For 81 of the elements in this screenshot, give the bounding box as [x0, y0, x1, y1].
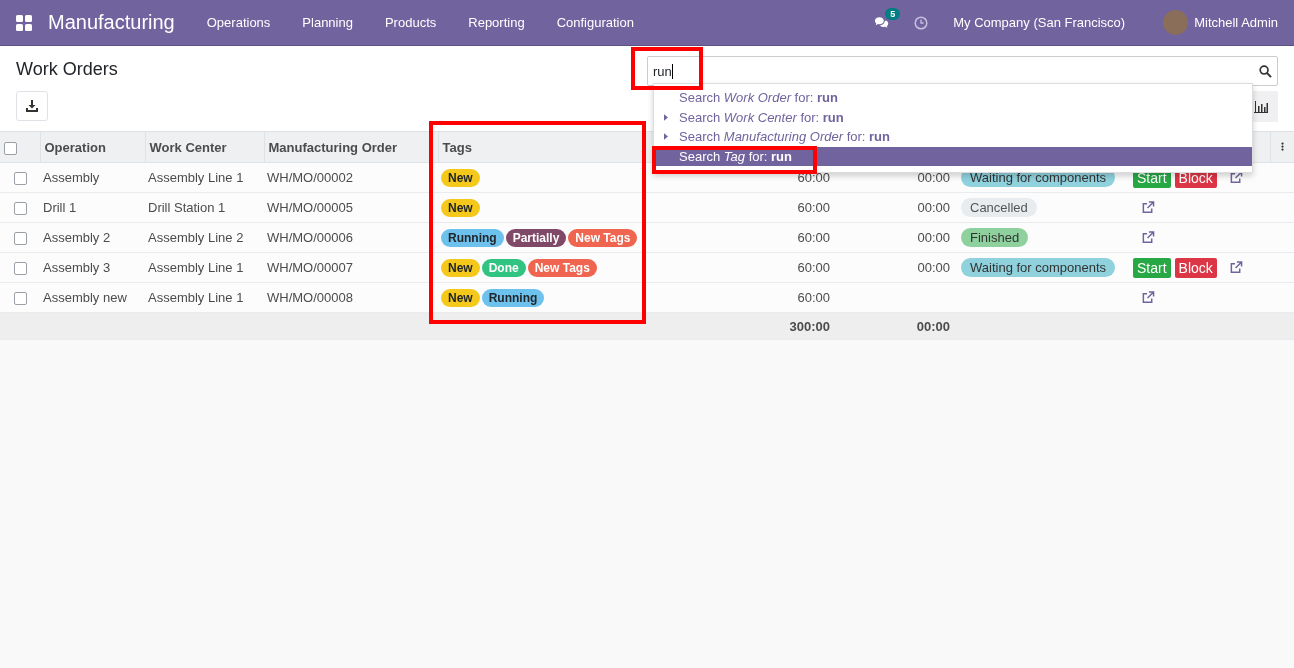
download-button[interactable]	[16, 91, 48, 121]
row-checkbox[interactable]	[13, 232, 27, 246]
manufacturing-order-cell: WH/MO/00005	[267, 200, 353, 215]
company-switcher[interactable]: My Company (San Francisco)	[953, 15, 1126, 30]
row-checkbox[interactable]	[13, 292, 27, 306]
row-checkbox[interactable]	[13, 262, 27, 276]
work-center-cell: Assembly Line 1	[148, 170, 244, 185]
expected-duration-cell: 60:00	[797, 260, 830, 275]
expected-duration-cell: 60:00	[797, 230, 830, 245]
tag-badge: Running	[441, 228, 504, 247]
app-name[interactable]: Manufacturing	[48, 11, 175, 34]
expected-duration-total: 300:00	[789, 318, 830, 334]
manufacturing-order-cell: WH/MO/00002	[267, 170, 353, 185]
manufacturing-order-cell: WH/MO/00006	[267, 230, 353, 245]
tag-badge: New	[441, 288, 480, 307]
menu-item[interactable]: Operations	[190, 15, 287, 30]
row-checkbox[interactable]	[13, 172, 27, 186]
menu-item[interactable]: Configuration	[540, 15, 650, 30]
tag-badge: New Tags	[568, 228, 638, 247]
search-suggestion[interactable]: Search Tag for: run	[654, 146, 1252, 166]
operation-cell: Assembly new	[43, 290, 127, 305]
apps-menu-icon[interactable]	[16, 14, 32, 31]
expand-caret-icon[interactable]	[664, 133, 668, 140]
expand-caret-icon[interactable]	[664, 113, 668, 121]
work-center-cell: Assembly Line 2	[148, 230, 244, 245]
page-title: Work Orders	[16, 59, 118, 80]
user-name[interactable]: Mitchell Admin	[1194, 15, 1278, 30]
external-link-icon[interactable]	[1141, 201, 1155, 214]
column-header[interactable]: Tags	[438, 132, 655, 163]
real-duration-total: 00:00	[916, 318, 950, 334]
external-link-icon[interactable]	[1228, 171, 1243, 184]
optional-columns-icon[interactable]	[1280, 140, 1284, 152]
column-header[interactable]: Manufacturing Order	[264, 132, 438, 163]
chat-icon[interactable]	[874, 16, 891, 29]
real-duration-cell: 00:00	[917, 230, 950, 245]
external-link-icon[interactable]	[1228, 261, 1243, 274]
external-link-icon[interactable]	[1141, 291, 1155, 304]
work-center-cell: Drill Station 1	[148, 200, 226, 215]
operation-cell: Drill 1	[43, 200, 77, 215]
tag-badge: New	[441, 168, 480, 187]
search-icon[interactable]	[1259, 64, 1272, 78]
work-center-cell: Assembly Line 1	[148, 260, 244, 275]
tag-badge: Running	[481, 288, 545, 307]
status-badge: Waiting for components	[961, 258, 1116, 277]
menu-item[interactable]: Reporting	[452, 15, 541, 30]
real-duration-cell: 00:00	[917, 260, 950, 275]
bar-chart-icon	[1253, 100, 1268, 113]
menu-item[interactable]: Products	[368, 15, 453, 30]
work-center-cell: Assembly Line 1	[148, 290, 244, 305]
tag-badge: New Tags	[527, 258, 597, 277]
tag-badge: New	[441, 198, 480, 217]
block-button[interactable]: Block	[1174, 257, 1217, 278]
message-count-badge: 5	[885, 8, 901, 20]
start-button[interactable]: Start	[1133, 257, 1171, 278]
tag-badge: Done	[481, 258, 526, 277]
real-duration-cell: 00:00	[917, 200, 950, 215]
operation-cell: Assembly	[43, 170, 100, 185]
operation-cell: Assembly 3	[43, 260, 111, 275]
search-suggestion[interactable]: Search Work Center for: run	[654, 107, 1252, 127]
search-suggestion[interactable]: Search Manufacturing Order for: run	[654, 127, 1252, 147]
manufacturing-order-cell: WH/MO/00007	[267, 260, 353, 275]
column-header[interactable]: Operation	[40, 132, 145, 163]
real-duration-cell: 00:00	[917, 170, 950, 185]
tag-badge: Partially	[505, 228, 567, 247]
status-badge: Finished	[961, 228, 1029, 247]
status-badge: Cancelled	[961, 198, 1037, 217]
select-all-checkbox[interactable]	[4, 141, 17, 155]
external-link-icon[interactable]	[1141, 231, 1155, 244]
download-icon	[26, 100, 38, 112]
menu-item[interactable]: Planning	[286, 15, 369, 30]
search-field[interactable]: run	[647, 56, 1278, 86]
highlight-frame	[631, 47, 703, 90]
tag-badge: New	[441, 258, 480, 277]
manufacturing-order-cell: WH/MO/00008	[267, 290, 353, 305]
expected-duration-cell: 60:00	[797, 200, 830, 215]
clock-icon[interactable]	[914, 15, 929, 30]
row-checkbox[interactable]	[13, 202, 27, 216]
column-header[interactable]: Work Center	[145, 132, 264, 163]
search-suggestion[interactable]: Search Work Order for: run	[654, 88, 1252, 108]
expected-duration-cell: 60:00	[797, 290, 830, 305]
operation-cell: Assembly 2	[43, 230, 111, 245]
